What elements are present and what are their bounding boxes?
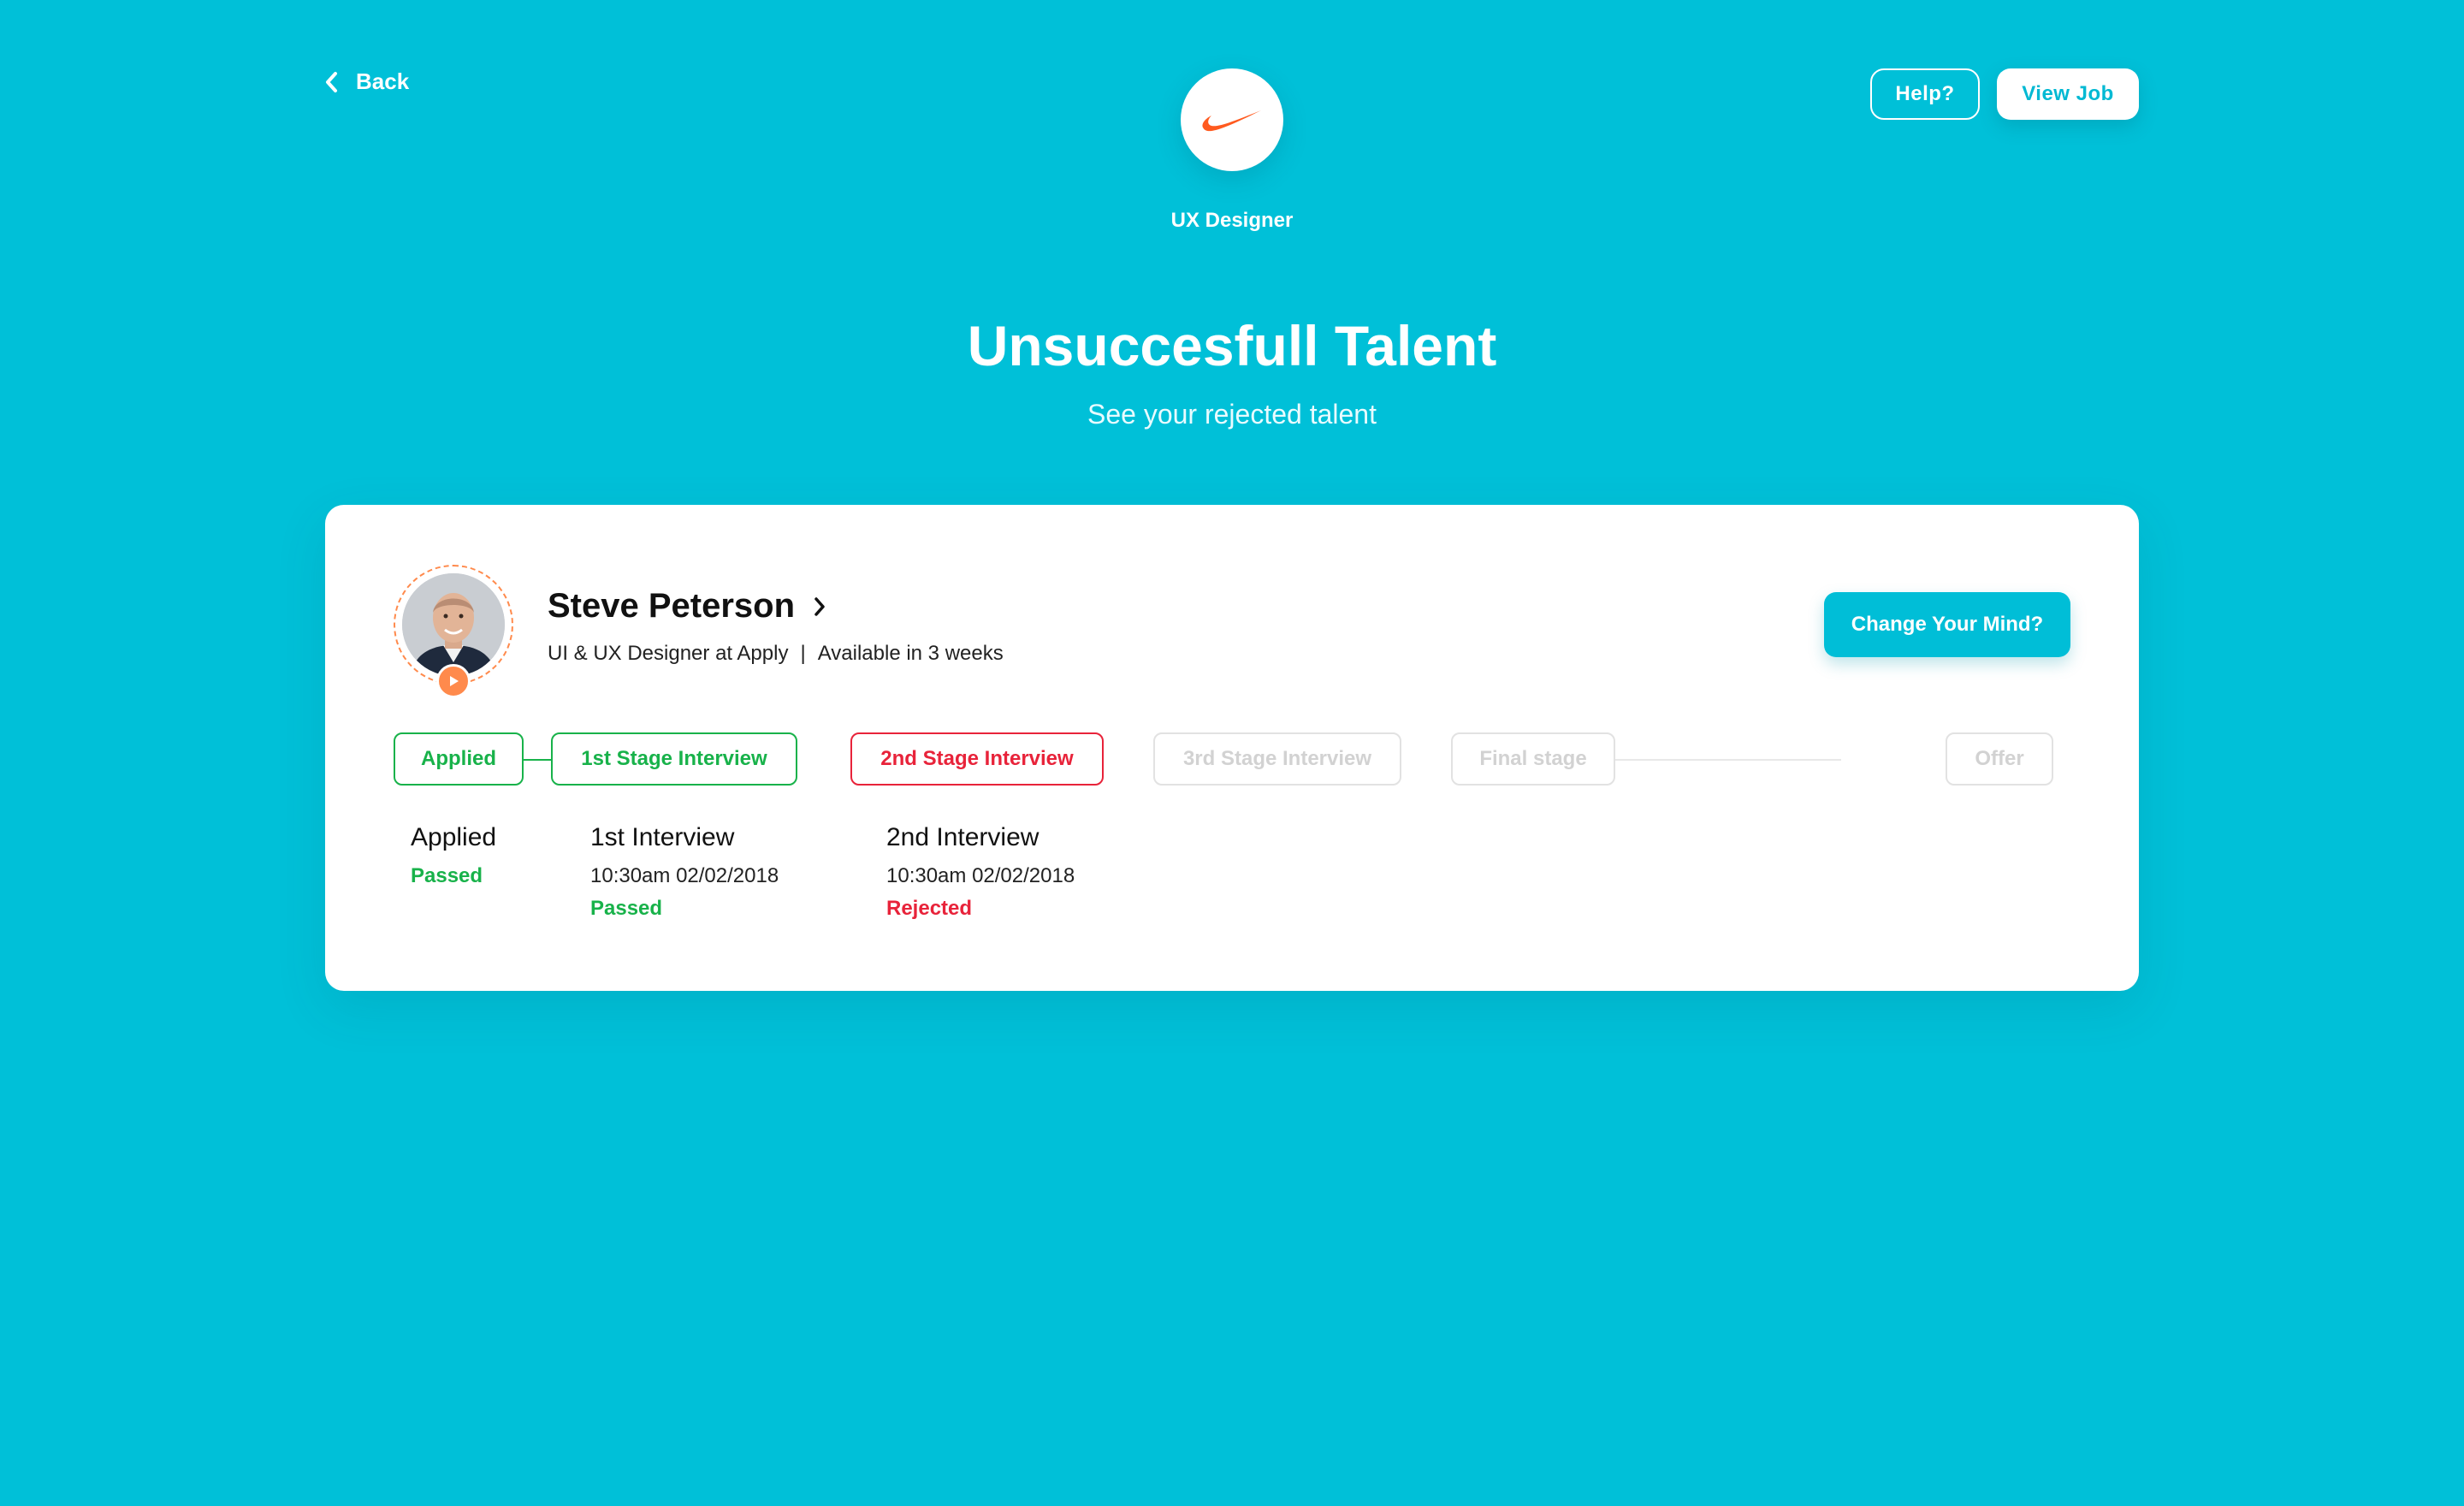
detail-time: 10:30am 02/02/2018 bbox=[590, 864, 779, 887]
candidate-card: Steve Peterson UI & UX Designer at Apply… bbox=[325, 505, 2139, 991]
job-title: UX Designer bbox=[1170, 209, 1294, 232]
candidate-availability: Available in 3 weeks bbox=[817, 642, 1004, 665]
detail-status: Passed bbox=[411, 864, 483, 887]
detail-2nd-interview: 2nd Interview 10:30am 02/02/2018 Rejecte… bbox=[886, 823, 1075, 921]
avatar[interactable] bbox=[402, 573, 505, 676]
stage-pipeline: Applied 1st Stage Interview 2nd Stage In… bbox=[394, 732, 2070, 787]
detail-time: 10:30am 02/02/2018 bbox=[886, 864, 1075, 887]
detail-title: 1st Interview bbox=[590, 823, 735, 851]
help-button[interactable]: Help? bbox=[1870, 68, 1980, 120]
connector-line bbox=[524, 759, 551, 761]
candidate-subtitle: UI & UX Designer at Apply | Available in… bbox=[548, 642, 1004, 666]
swoosh-logo-icon bbox=[1202, 110, 1261, 132]
detail-1st-interview: 1st Interview 10:30am 02/02/2018 Passed bbox=[590, 823, 779, 921]
chevron-right-icon bbox=[814, 596, 825, 616]
stage-final[interactable]: Final stage bbox=[1451, 732, 1615, 786]
subtitle-separator: | bbox=[800, 642, 806, 665]
chevron-left-icon bbox=[326, 71, 337, 92]
detail-status: Passed bbox=[590, 897, 663, 920]
person-photo bbox=[402, 573, 505, 676]
stage-2nd-interview[interactable]: 2nd Stage Interview bbox=[850, 732, 1104, 786]
play-video-button[interactable] bbox=[436, 664, 471, 698]
view-job-button[interactable]: View Job bbox=[1997, 68, 2139, 120]
stage-applied[interactable]: Applied bbox=[394, 732, 524, 786]
play-icon bbox=[450, 676, 459, 686]
detail-title: 2nd Interview bbox=[886, 823, 1040, 851]
change-your-mind-button[interactable]: Change Your Mind? bbox=[1824, 592, 2070, 657]
detail-applied: Applied Passed bbox=[411, 823, 496, 888]
detail-status: Rejected bbox=[886, 897, 973, 920]
back-link[interactable]: Back bbox=[323, 68, 409, 95]
stage-offer[interactable]: Offer bbox=[1946, 732, 2053, 786]
page-title: Unsuccesfull Talent bbox=[967, 314, 1497, 377]
candidate-name: Steve Peterson bbox=[548, 587, 796, 625]
candidate-name-link[interactable]: Steve Peterson bbox=[548, 587, 827, 626]
detail-title: Applied bbox=[411, 823, 497, 851]
back-label: Back bbox=[356, 68, 410, 94]
stage-3rd-interview[interactable]: 3rd Stage Interview bbox=[1153, 732, 1401, 786]
page-subtitle: See your rejected talent bbox=[1087, 399, 1377, 430]
stage-1st-interview[interactable]: 1st Stage Interview bbox=[551, 732, 797, 786]
company-logo bbox=[1181, 68, 1283, 171]
candidate-role: UI & UX Designer at Apply bbox=[548, 642, 789, 665]
